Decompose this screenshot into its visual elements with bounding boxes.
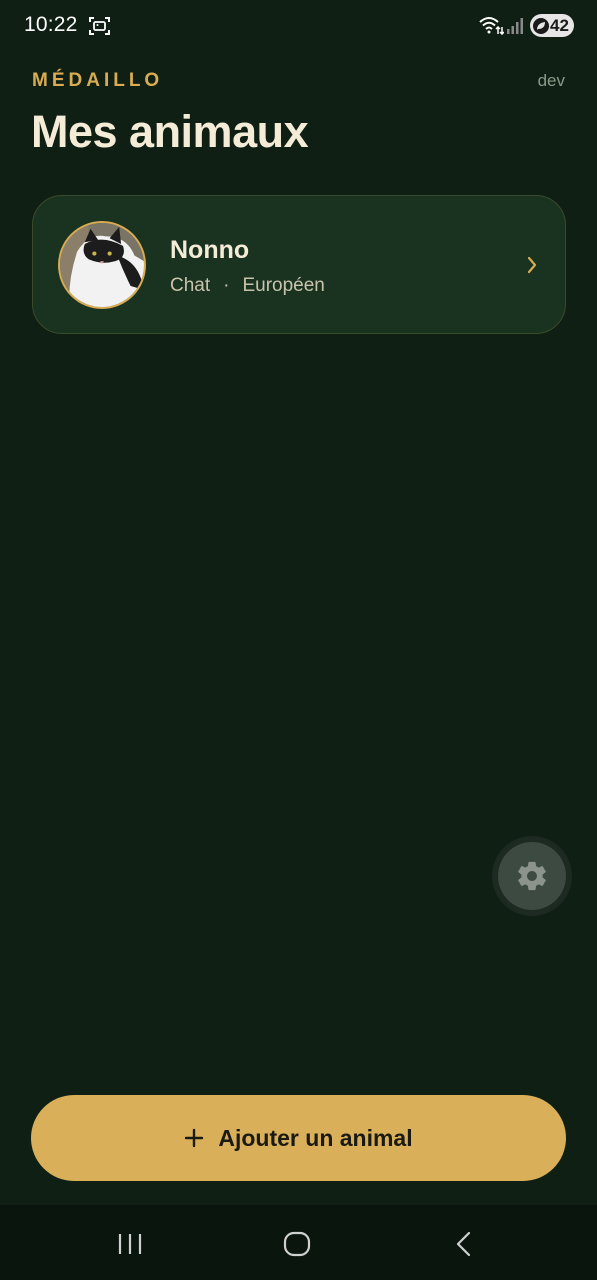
battery-indicator: 42 bbox=[530, 14, 574, 37]
pet-card[interactable]: Nonno Chat · Européen bbox=[32, 195, 566, 334]
system-nav-bar bbox=[0, 1205, 597, 1280]
pet-details: Chat · Européen bbox=[170, 275, 325, 297]
battery-saver-leaf-icon bbox=[533, 17, 549, 34]
signal-icon bbox=[506, 16, 524, 34]
back-icon[interactable] bbox=[455, 1231, 473, 1257]
add-animal-label: Ajouter un animal bbox=[218, 1124, 413, 1151]
recent-apps-icon[interactable] bbox=[117, 1232, 143, 1256]
brand-name: MÉDAILLO bbox=[32, 70, 164, 91]
add-animal-button[interactable]: Ajouter un animal bbox=[31, 1095, 566, 1181]
battery-level: 42 bbox=[550, 15, 569, 35]
gear-icon bbox=[518, 861, 546, 891]
meta-separator: · bbox=[223, 275, 230, 296]
pet-name: Nonno bbox=[170, 236, 250, 264]
pet-species: Chat bbox=[170, 275, 211, 296]
pet-breed: Européen bbox=[242, 275, 325, 296]
status-bar: 10:22 42 bbox=[0, 0, 597, 52]
environment-tag: dev bbox=[537, 71, 565, 90]
pet-avatar bbox=[58, 221, 146, 309]
page-title: Mes animaux bbox=[31, 106, 309, 157]
screen: 10:22 42 MÉDAILLO dev Mes animaux Nonno … bbox=[0, 0, 597, 1280]
wifi-icon bbox=[478, 15, 505, 36]
settings-fab[interactable] bbox=[498, 842, 566, 910]
screenshot-icon bbox=[89, 16, 110, 36]
plus-icon bbox=[184, 1128, 204, 1148]
chevron-right-icon bbox=[525, 255, 539, 275]
status-time: 10:22 bbox=[24, 13, 78, 36]
home-icon[interactable] bbox=[283, 1231, 311, 1257]
